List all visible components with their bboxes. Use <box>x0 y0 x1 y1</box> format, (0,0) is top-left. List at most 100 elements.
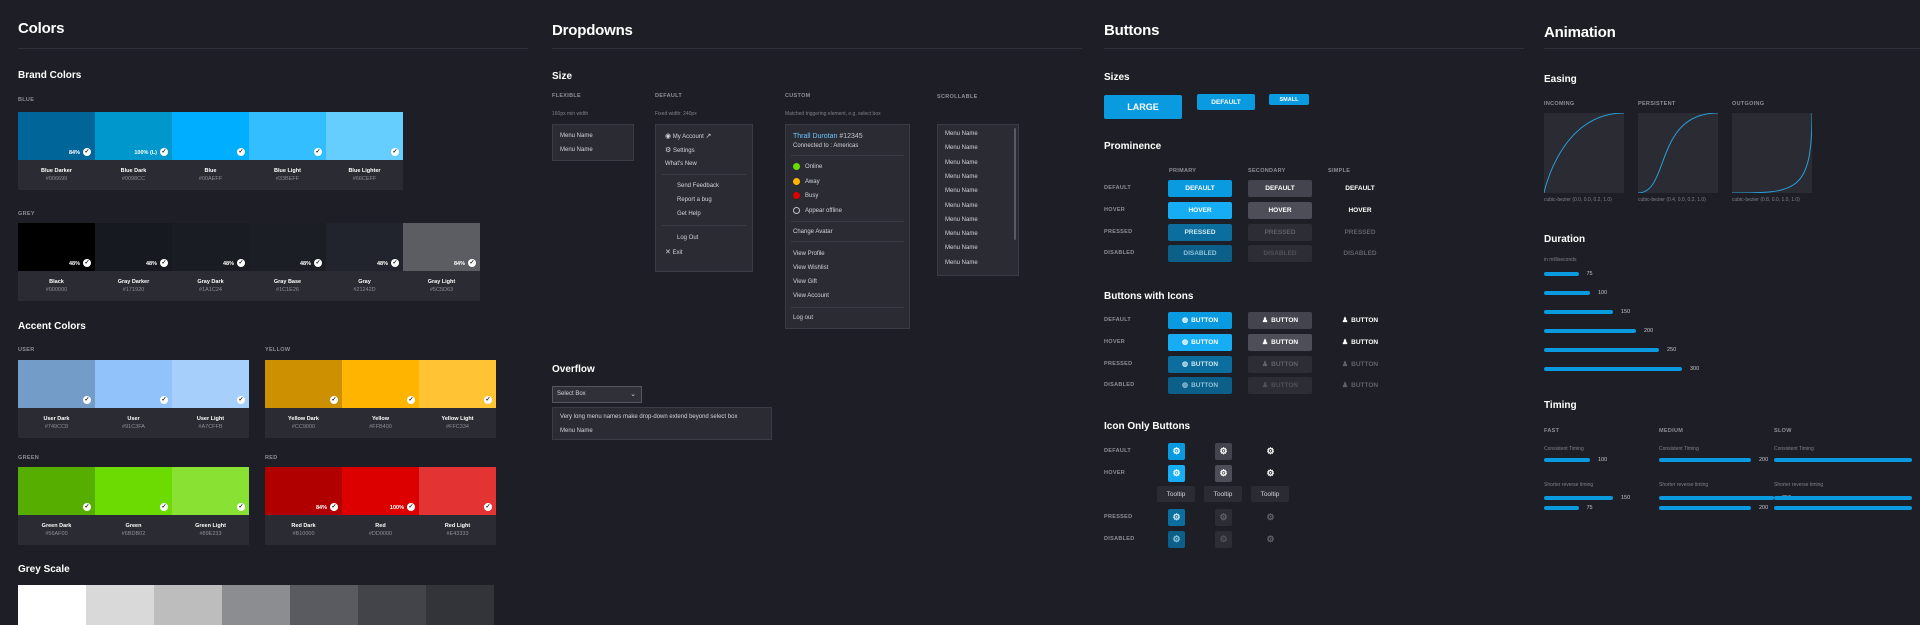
gear-icon: ⚙ <box>1172 534 1181 544</box>
tooltip: Tooltip <box>1204 486 1242 502</box>
menu-item-help[interactable]: Get Help <box>677 211 701 217</box>
menu-item[interactable]: Menu Name <box>560 147 593 153</box>
prominence-button[interactable]: PRESSED <box>1248 224 1312 241</box>
menu-item[interactable]: Menu Name <box>945 160 978 166</box>
menu-item[interactable]: Menu Name <box>945 145 978 151</box>
prominence-button[interactable]: HOVER <box>1168 202 1232 219</box>
col-primary: PRIMARY <box>1169 168 1197 174</box>
gear-icon-button[interactable]: ⚙ <box>1215 531 1232 548</box>
menu-item[interactable]: Menu Name <box>945 260 978 266</box>
view-profile[interactable]: View Profile <box>793 251 825 257</box>
menu-item[interactable]: Menu Name <box>560 428 593 434</box>
small-button[interactable]: SMALL <box>1269 94 1309 105</box>
gear-icon-button[interactable]: ⚙ <box>1168 509 1185 526</box>
duration-bar <box>1544 310 1613 314</box>
swatch-color: 48% ✓ <box>326 223 403 271</box>
menu-item[interactable]: Menu Name <box>945 131 978 137</box>
col-simple: SIMPLE <box>1328 168 1351 174</box>
gear-icon-button[interactable]: ⚙ <box>1168 531 1185 548</box>
view-wishlist[interactable]: View Wishlist <box>793 265 828 271</box>
yellow-group-label: YELLOW <box>265 347 291 353</box>
menu-item-whats-new[interactable]: What's New <box>665 161 697 167</box>
gear-icon-button[interactable]: ⚙ <box>1262 465 1279 482</box>
prominence-button[interactable]: DEFAULT <box>1248 180 1312 197</box>
icon-button[interactable]: ♟ BUTTON <box>1328 334 1392 351</box>
menu-item-account[interactable]: ◉ My Account ↗ <box>665 133 711 140</box>
menu-item-settings[interactable]: ⚙ Settings <box>665 147 695 154</box>
gear-icon-button[interactable]: ⚙ <box>1262 443 1279 460</box>
gear-icon-button[interactable]: ⚙ <box>1262 509 1279 526</box>
prominence-button[interactable]: DISABLED <box>1328 245 1392 262</box>
gear-icon-button[interactable]: ⚙ <box>1215 509 1232 526</box>
gear-icon-button[interactable]: ⚙ <box>1262 531 1279 548</box>
divider <box>791 241 904 242</box>
menu-item[interactable]: Menu Name <box>945 188 978 194</box>
duration-bar <box>1544 291 1590 295</box>
gear-icon-button[interactable]: ⚙ <box>1168 465 1185 482</box>
icon-button[interactable]: ♟ BUTTON <box>1248 356 1312 373</box>
contrast-ratio: 48% <box>68 261 80 267</box>
gear-icon-button[interactable]: ⚙ <box>1215 465 1232 482</box>
icon-button[interactable]: ♟ BUTTON <box>1328 312 1392 329</box>
menu-item-exit[interactable]: ✕ Exit <box>665 249 683 256</box>
icon-button[interactable]: ◍ BUTTON <box>1168 377 1232 394</box>
greyscale-row <box>18 585 494 625</box>
timing-note: Shorter reverse timing <box>1774 482 1824 488</box>
swatch-hex: #171920 <box>122 287 145 293</box>
icon-button[interactable]: ◍ BUTTON <box>1168 334 1232 351</box>
log-out[interactable]: Log out <box>793 315 813 321</box>
status-offline[interactable]: Appear offline <box>793 207 842 214</box>
prominence-button[interactable]: DISABLED <box>1248 245 1312 262</box>
default-button[interactable]: DEFAULT <box>1197 94 1255 110</box>
check-icon: ✓ <box>468 259 476 267</box>
icon-button[interactable]: ♟ BUTTON <box>1248 312 1312 329</box>
status-busy[interactable]: Busy <box>793 192 818 199</box>
easing-note: cubic-bezier (0.4, 0.0, 0.2, 1.0) <box>1638 197 1706 203</box>
icon-button[interactable]: ◍ BUTTON <box>1168 312 1232 329</box>
menu-item-logout[interactable]: Log Out <box>677 235 698 241</box>
prominence-button[interactable]: PRESSED <box>1168 224 1232 241</box>
menu-item[interactable]: Menu Name <box>945 217 978 223</box>
menu-item[interactable]: Menu Name <box>945 231 978 237</box>
menu-item[interactable]: Menu Name <box>945 245 978 251</box>
prominence-button[interactable]: PRESSED <box>1328 224 1392 241</box>
gear-icon: ⚙ <box>1219 446 1228 456</box>
swatch-color: ✓ <box>95 360 172 408</box>
prominence-button[interactable]: DISABLED <box>1168 245 1232 262</box>
gear-icon-button[interactable]: ⚙ <box>1168 443 1185 460</box>
swatch-label: Green #6BDB02 <box>95 515 172 545</box>
menu-item[interactable]: Menu Name <box>945 174 978 180</box>
menu-item[interactable]: Menu Name <box>945 203 978 209</box>
icon-button[interactable]: ♟ BUTTON <box>1248 377 1312 394</box>
timing-bar <box>1659 496 1774 500</box>
status-online[interactable]: Online <box>793 163 822 170</box>
view-account[interactable]: View Account <box>793 293 829 299</box>
prominence-button[interactable]: DEFAULT <box>1328 180 1392 197</box>
view-gift[interactable]: View Gift <box>793 279 817 285</box>
menu-item[interactable]: Menu Name <box>560 133 593 139</box>
menu-item-long[interactable]: Very long menu names make drop-down exte… <box>560 414 737 420</box>
prominence-button[interactable]: DEFAULT <box>1168 180 1232 197</box>
icon-button[interactable]: ♟ BUTTON <box>1328 356 1392 373</box>
check-icon: ✓ <box>160 396 168 404</box>
status-away[interactable]: Away <box>793 178 820 185</box>
select-box[interactable]: Select Box ⌄ <box>552 386 642 403</box>
icon-button[interactable]: ♟ BUTTON <box>1328 377 1392 394</box>
prominence-button[interactable]: HOVER <box>1248 202 1312 219</box>
icon-button[interactable]: ♟ BUTTON <box>1248 334 1312 351</box>
change-avatar[interactable]: Change Avatar <box>793 229 833 235</box>
users-icon: ♟ <box>1261 361 1269 368</box>
icon-button[interactable]: ◍ BUTTON <box>1168 356 1232 373</box>
grey-swatch-row: 48% ✓ Black #000000 48% ✓ Gray Darker #171920 48… <box>18 223 480 301</box>
col-secondary: SECONDARY <box>1248 168 1286 174</box>
gear-icon-button[interactable]: ⚙ <box>1215 443 1232 460</box>
color-swatch: 84% ✓ Red Dark #B10000 <box>265 467 342 545</box>
large-button[interactable]: LARGE <box>1104 95 1182 119</box>
menu-item-bug[interactable]: Report a bug <box>677 197 712 203</box>
globe-icon: ◍ <box>1181 339 1189 346</box>
size-title: Size <box>552 71 573 82</box>
grey-scale-title: Grey Scale <box>18 564 70 575</box>
scrollbar[interactable] <box>1014 128 1016 240</box>
prominence-button[interactable]: HOVER <box>1328 202 1392 219</box>
menu-item-feedback[interactable]: Send Feedback <box>677 183 719 189</box>
